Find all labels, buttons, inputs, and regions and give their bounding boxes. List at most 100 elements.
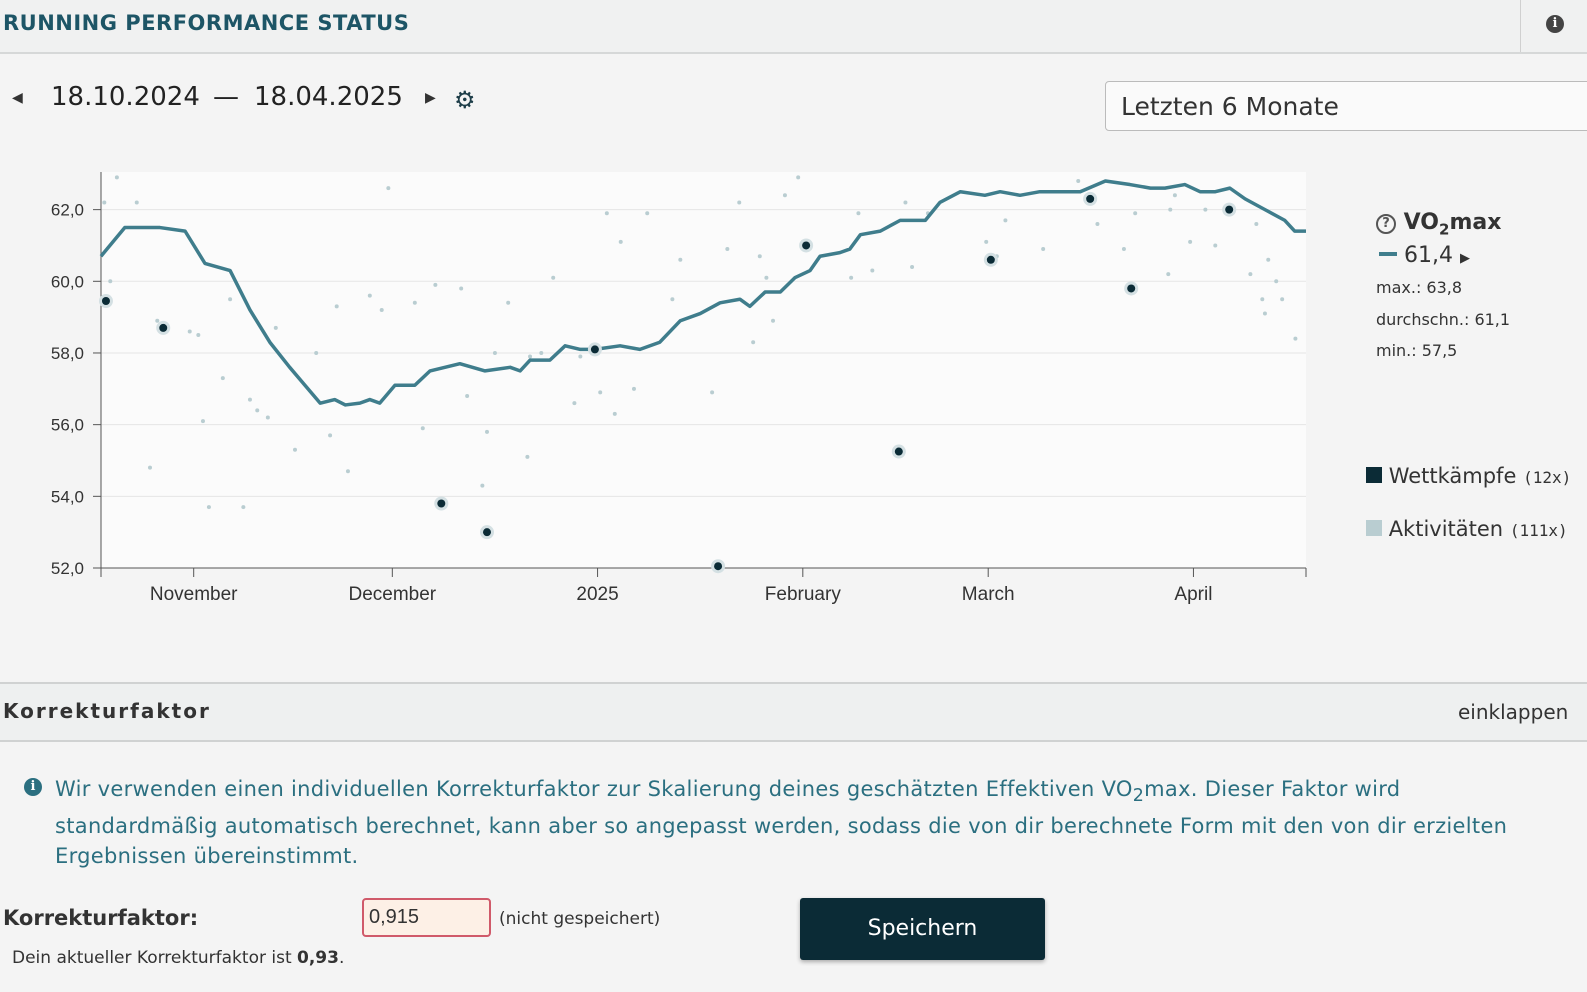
- cur-value: 0,93: [297, 948, 339, 968]
- activity-point: [379, 307, 384, 312]
- activity-point: [220, 376, 225, 381]
- competition-point: [1127, 284, 1136, 293]
- legend-count: (12x): [1523, 468, 1572, 487]
- legend-count: (111x): [1509, 521, 1568, 540]
- activity-point: [1172, 193, 1177, 198]
- activity-point: [618, 239, 623, 244]
- competition-point: [986, 255, 995, 264]
- plot-area: [101, 172, 1306, 568]
- x-tick-label: December: [348, 584, 436, 605]
- activity-point: [196, 333, 201, 338]
- activity-point: [1260, 297, 1265, 302]
- activity-point: [345, 469, 350, 474]
- activity-point: [328, 433, 333, 438]
- activity-point: [1041, 247, 1046, 252]
- y-tick-label: 62,0: [51, 201, 84, 220]
- activity-point: [228, 297, 233, 302]
- activity-point: [710, 390, 715, 395]
- next-value-icon[interactable]: ▶: [1460, 251, 1470, 266]
- activity-point: [147, 465, 152, 470]
- activity-point: [292, 447, 297, 452]
- legend-label: Wettkämpfe: [1388, 464, 1517, 488]
- competition-swatch: [1366, 467, 1382, 483]
- info-icon[interactable]: i: [1546, 15, 1564, 33]
- metric-name: VO: [1403, 210, 1440, 235]
- activity-point: [255, 408, 260, 413]
- collapse-link[interactable]: einklappen: [1458, 700, 1568, 724]
- activity-point: [612, 411, 617, 416]
- activity-point: [314, 350, 319, 355]
- activity-point: [1274, 279, 1279, 284]
- x-tick-label: April: [1174, 584, 1212, 605]
- legend-activities[interactable]: Aktivitäten (111x): [1366, 517, 1568, 541]
- activity-point: [108, 279, 113, 284]
- y-tick-label: 56,0: [51, 416, 84, 435]
- activity-point: [645, 211, 650, 216]
- line-swatch: [1379, 252, 1397, 256]
- activity-swatch: [1366, 520, 1382, 536]
- activity-point: [1280, 297, 1285, 302]
- activity-point: [206, 505, 211, 510]
- activity-point: [484, 429, 489, 434]
- activity-point: [273, 325, 278, 330]
- activity-point: [420, 426, 425, 431]
- competition-point: [802, 241, 811, 250]
- save-button[interactable]: Speichern: [800, 898, 1045, 960]
- vo2max-chart: 52,0 54,0 56,0 58,0 60,0 62,0 November December…: [51, 172, 1307, 605]
- competition-point: [1086, 194, 1095, 203]
- y-tick-label: 60,0: [51, 272, 84, 291]
- activity-point: [247, 397, 252, 402]
- competition-point: [1225, 205, 1234, 214]
- activity-point: [465, 393, 470, 398]
- activity-point: [114, 175, 119, 180]
- legend-label: Aktivitäten: [1388, 517, 1504, 541]
- correction-input[interactable]: [362, 898, 491, 937]
- activity-point: [984, 239, 989, 244]
- activity-point: [539, 350, 544, 355]
- activity-point: [187, 329, 192, 334]
- y-tick-label: 54,0: [51, 487, 84, 506]
- competition-point: [482, 528, 491, 537]
- activity-point: [433, 282, 438, 287]
- x-tick-label: March: [962, 584, 1015, 605]
- correction-section-header[interactable]: Korrekturfaktor einklappen: [0, 682, 1587, 742]
- msg-sub: 2: [1132, 786, 1145, 807]
- activity-point: [412, 300, 417, 305]
- activity-point: [102, 200, 107, 205]
- activity-point: [910, 264, 915, 269]
- activity-point: [551, 275, 556, 280]
- activity-point: [1168, 207, 1173, 212]
- competition-point: [437, 499, 446, 508]
- current-value: 61,4: [1404, 243, 1453, 268]
- activity-point: [1003, 218, 1008, 223]
- competition-point: [101, 297, 110, 306]
- activity-point: [1188, 239, 1193, 244]
- activity-point: [1293, 336, 1298, 341]
- activity-point: [678, 257, 683, 262]
- cur-suffix: .: [338, 948, 345, 968]
- info-message: Wir verwenden einen individuellen Korrek…: [55, 774, 1545, 871]
- activity-point: [903, 200, 908, 205]
- competition-point: [590, 345, 599, 354]
- activity-point: [200, 419, 205, 424]
- activity-point: [1254, 221, 1259, 226]
- activity-point: [604, 211, 609, 216]
- activity-point: [506, 300, 511, 305]
- activity-point: [782, 193, 787, 198]
- activity-point: [265, 415, 270, 420]
- activity-point: [856, 211, 861, 216]
- activity-point: [796, 175, 801, 180]
- activity-point: [870, 268, 875, 273]
- activity-point: [1121, 247, 1126, 252]
- activity-point: [751, 340, 756, 345]
- activity-point: [1266, 257, 1271, 262]
- activity-point: [670, 297, 675, 302]
- legend-title: ? VO2max: [1376, 210, 1501, 238]
- help-icon[interactable]: ?: [1376, 214, 1396, 234]
- activity-point: [134, 200, 139, 205]
- msg-text: Wir verwenden einen individuellen Korrek…: [55, 777, 1133, 801]
- max-value: max.: 63,8: [1376, 278, 1463, 297]
- activity-point: [525, 454, 530, 459]
- legend-competitions[interactable]: Wettkämpfe (12x): [1366, 464, 1571, 488]
- activity-point: [771, 318, 776, 323]
